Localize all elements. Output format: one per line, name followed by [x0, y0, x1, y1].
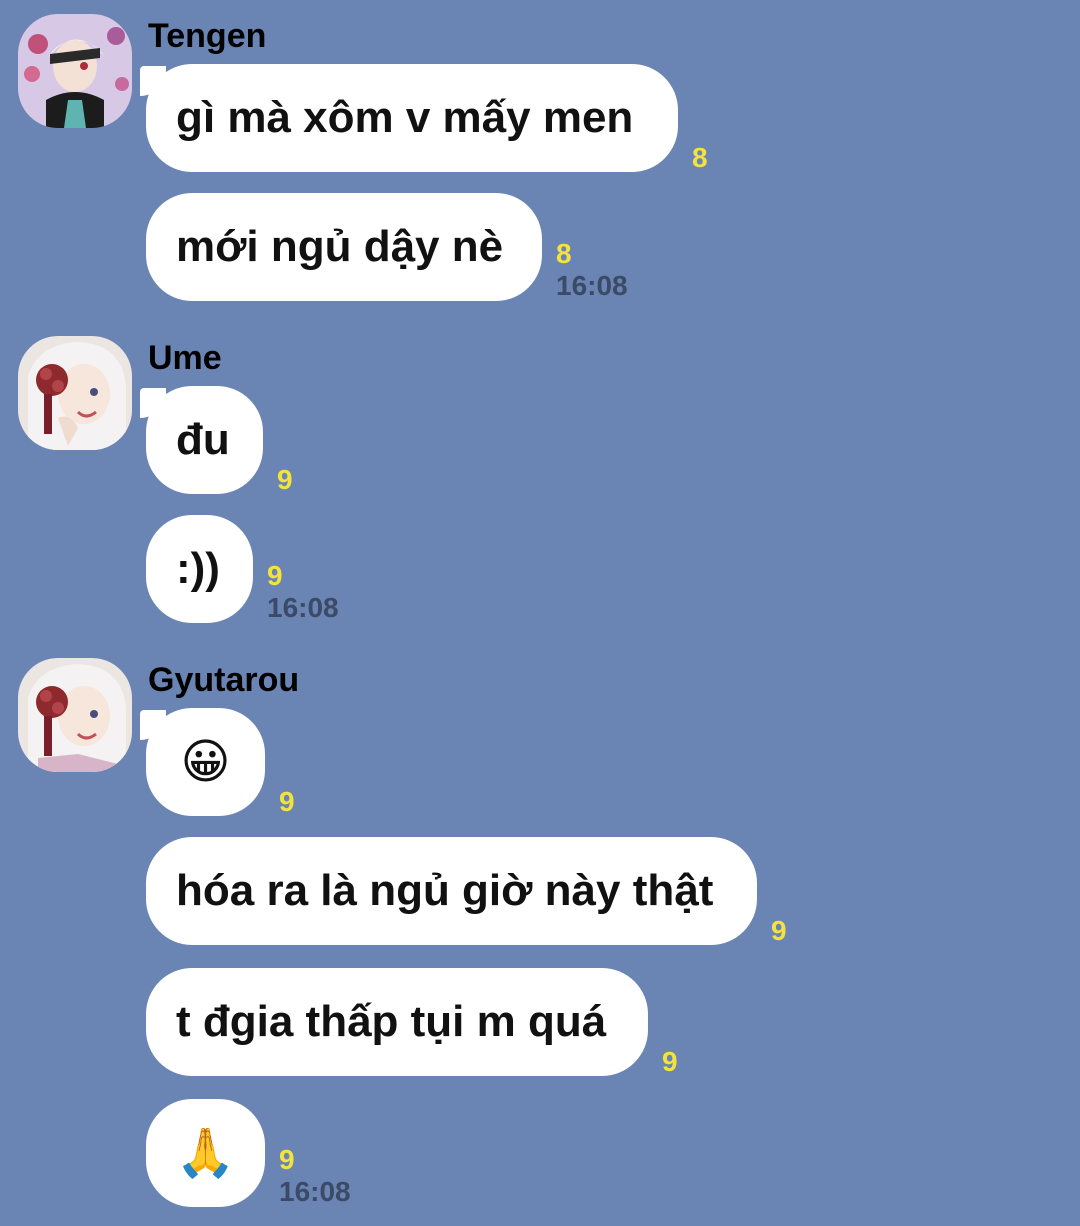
read-count: 9	[277, 464, 293, 495]
read-count: 8	[692, 142, 708, 173]
read-count: 9	[267, 560, 283, 591]
sender-name: Ume	[148, 339, 222, 377]
message-timestamp: 16:08	[267, 592, 339, 623]
message-bubble[interactable]: 🙏	[146, 1099, 265, 1207]
read-count: 8	[556, 238, 572, 269]
sender-name: Gyutarou	[148, 661, 300, 699]
avatar-gyutarou[interactable]	[18, 658, 132, 772]
avatar-ume[interactable]	[18, 336, 132, 450]
message-bubble[interactable]: đu	[146, 386, 263, 494]
message-bubble[interactable]: hóa ra là ngủ giờ này thật	[146, 837, 757, 945]
avatar-tengen[interactable]	[18, 14, 132, 128]
read-count: 9	[279, 786, 295, 817]
read-count: 9	[662, 1046, 678, 1077]
message-timestamp: 16:08	[556, 270, 628, 301]
read-count: 9	[771, 915, 787, 946]
ume-avatar-icon	[18, 336, 132, 450]
sender-name: Tengen	[148, 17, 267, 55]
message-bubble[interactable]: t đgia thấp tụi m quá	[146, 968, 648, 1076]
read-count: 9	[279, 1144, 295, 1175]
gyutarou-avatar-icon	[18, 658, 132, 772]
message-bubble[interactable]: mới ngủ dậy nè	[146, 193, 542, 301]
message-bubble[interactable]: gì mà xôm v mấy men	[146, 64, 678, 172]
message-bubble[interactable]: 😀	[146, 708, 265, 816]
message-bubble[interactable]: :))	[146, 515, 253, 623]
tengen-avatar-icon	[18, 14, 132, 128]
message-timestamp: 16:08	[279, 1176, 351, 1207]
